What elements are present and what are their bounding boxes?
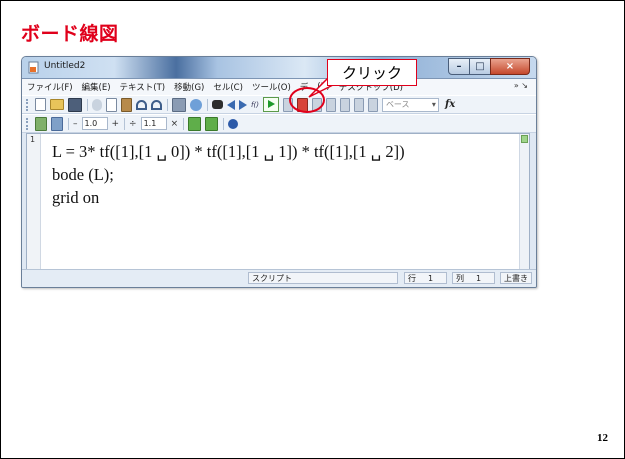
callout-label: クリック (327, 59, 417, 86)
line-number: 1 (30, 135, 36, 144)
print-icon[interactable] (172, 97, 186, 112)
cell-advance-icon[interactable] (205, 116, 219, 131)
cell-eval-icon[interactable] (51, 116, 63, 131)
slide-title: ボード線図 (21, 23, 119, 45)
code-editor[interactable]: 1 L = 3* tf([1],[1 ␣ 0]) * tf([1],[1 ␣ 1… (26, 133, 530, 271)
exit-debug-icon[interactable] (367, 97, 378, 112)
main-toolbar: f() ベース fx (22, 95, 536, 114)
cut-icon[interactable] (92, 98, 102, 111)
code-text[interactable]: L = 3* tf([1],[1 ␣ 0]) * tf([1],[1 ␣ 1])… (52, 140, 405, 209)
menu-overflow[interactable]: » ↘ (514, 81, 528, 90)
toolbar-separator (167, 98, 168, 111)
status-col-label: 列 (452, 272, 474, 284)
menu-tools[interactable]: ツール(O) (252, 81, 291, 93)
fx-icon[interactable]: fx (445, 99, 455, 110)
step-in-icon[interactable] (325, 97, 336, 112)
publish-icon[interactable] (190, 98, 202, 111)
continue-icon[interactable] (353, 97, 364, 112)
decrement-value-field[interactable]: 1.0 (81, 117, 108, 130)
scale-value-field[interactable]: 1.1 (140, 117, 167, 130)
redo-icon[interactable] (151, 99, 162, 110)
new-file-icon[interactable] (35, 98, 46, 111)
code-line[interactable]: L = 3* tf([1],[1 ␣ 0]) * tf([1],[1 ␣ 1])… (52, 140, 405, 163)
status-overwrite: 上書き (500, 272, 532, 284)
status-bar: スクリプト 行 1 列 1 上書き (22, 269, 536, 287)
minus-icon[interactable]: – (73, 119, 78, 129)
toolbar-separator (183, 117, 185, 130)
find-icon[interactable] (212, 100, 223, 109)
cell-mode-icon[interactable] (35, 116, 47, 131)
vertical-scrollbar[interactable] (519, 134, 529, 270)
menu-go[interactable]: 移動(G) (174, 81, 204, 93)
status-row-label: 行 (404, 272, 426, 284)
menu-cell[interactable]: セル(C) (213, 81, 243, 93)
code-analyzer-indicator (521, 135, 528, 143)
code-line[interactable]: grid on (52, 186, 405, 209)
toolbar-separator (68, 117, 69, 130)
toolbar-separator (207, 98, 208, 111)
status-mode: スクリプト (248, 272, 398, 284)
toolbar-separator (223, 117, 225, 130)
maximize-button[interactable]: □ (469, 58, 491, 75)
back-icon[interactable] (227, 99, 235, 110)
minimize-icon: – (456, 60, 462, 72)
paste-icon[interactable] (121, 97, 132, 112)
run-button[interactable] (262, 97, 279, 112)
title-bar[interactable]: Untitled2 – □ × (22, 57, 536, 79)
window-title: Untitled2 (44, 61, 86, 71)
toolbar-separator (124, 117, 126, 130)
window-controls: – □ × (448, 58, 530, 75)
cell-run-icon[interactable] (188, 116, 202, 131)
toolbar-separator (87, 98, 88, 111)
minimize-button[interactable]: – (448, 58, 470, 75)
undo-icon[interactable] (136, 99, 147, 110)
toolbar-grip[interactable] (26, 98, 31, 111)
slide: ボード線図 Untitled2 – □ × ファイル(F) 編集(E) テキスト… (0, 0, 625, 459)
menu-text[interactable]: テキスト(T) (120, 81, 166, 93)
page-number: 12 (597, 432, 608, 444)
menu-file[interactable]: ファイル(F) (27, 81, 73, 93)
status-col: 1 (473, 272, 495, 284)
document-icon (28, 61, 39, 74)
menu-edit[interactable]: 編集(E) (82, 81, 111, 93)
cell-toolbar: – 1.0 + ÷ 1.1 × (22, 114, 536, 133)
open-folder-icon[interactable] (50, 99, 64, 110)
plus-icon[interactable]: + (112, 119, 120, 129)
menu-bar: ファイル(F) 編集(E) テキスト(T) 移動(G) セル(C) ツール(O)… (22, 79, 536, 95)
code-line[interactable]: bode (L); (52, 163, 405, 186)
function-browser-icon[interactable]: f() (251, 101, 259, 109)
close-button[interactable]: × (490, 58, 530, 75)
status-row: 1 (425, 272, 447, 284)
help-icon[interactable] (228, 118, 239, 129)
toolbar-grip[interactable] (26, 117, 31, 130)
maximize-icon: □ (475, 60, 485, 72)
copy-icon[interactable] (106, 97, 117, 112)
step-out-icon[interactable] (339, 97, 350, 112)
save-icon[interactable] (68, 97, 82, 112)
run-highlight-ring (289, 87, 325, 113)
line-gutter: 1 (27, 134, 41, 270)
close-icon: × (505, 60, 515, 72)
multiply-icon[interactable]: × (171, 119, 179, 129)
editor-window: Untitled2 – □ × ファイル(F) 編集(E) テキスト(T) 移動… (21, 56, 537, 288)
divide-icon[interactable]: ÷ (129, 119, 137, 129)
forward-icon[interactable] (239, 99, 247, 110)
stack-combo[interactable]: ベース (381, 97, 439, 112)
